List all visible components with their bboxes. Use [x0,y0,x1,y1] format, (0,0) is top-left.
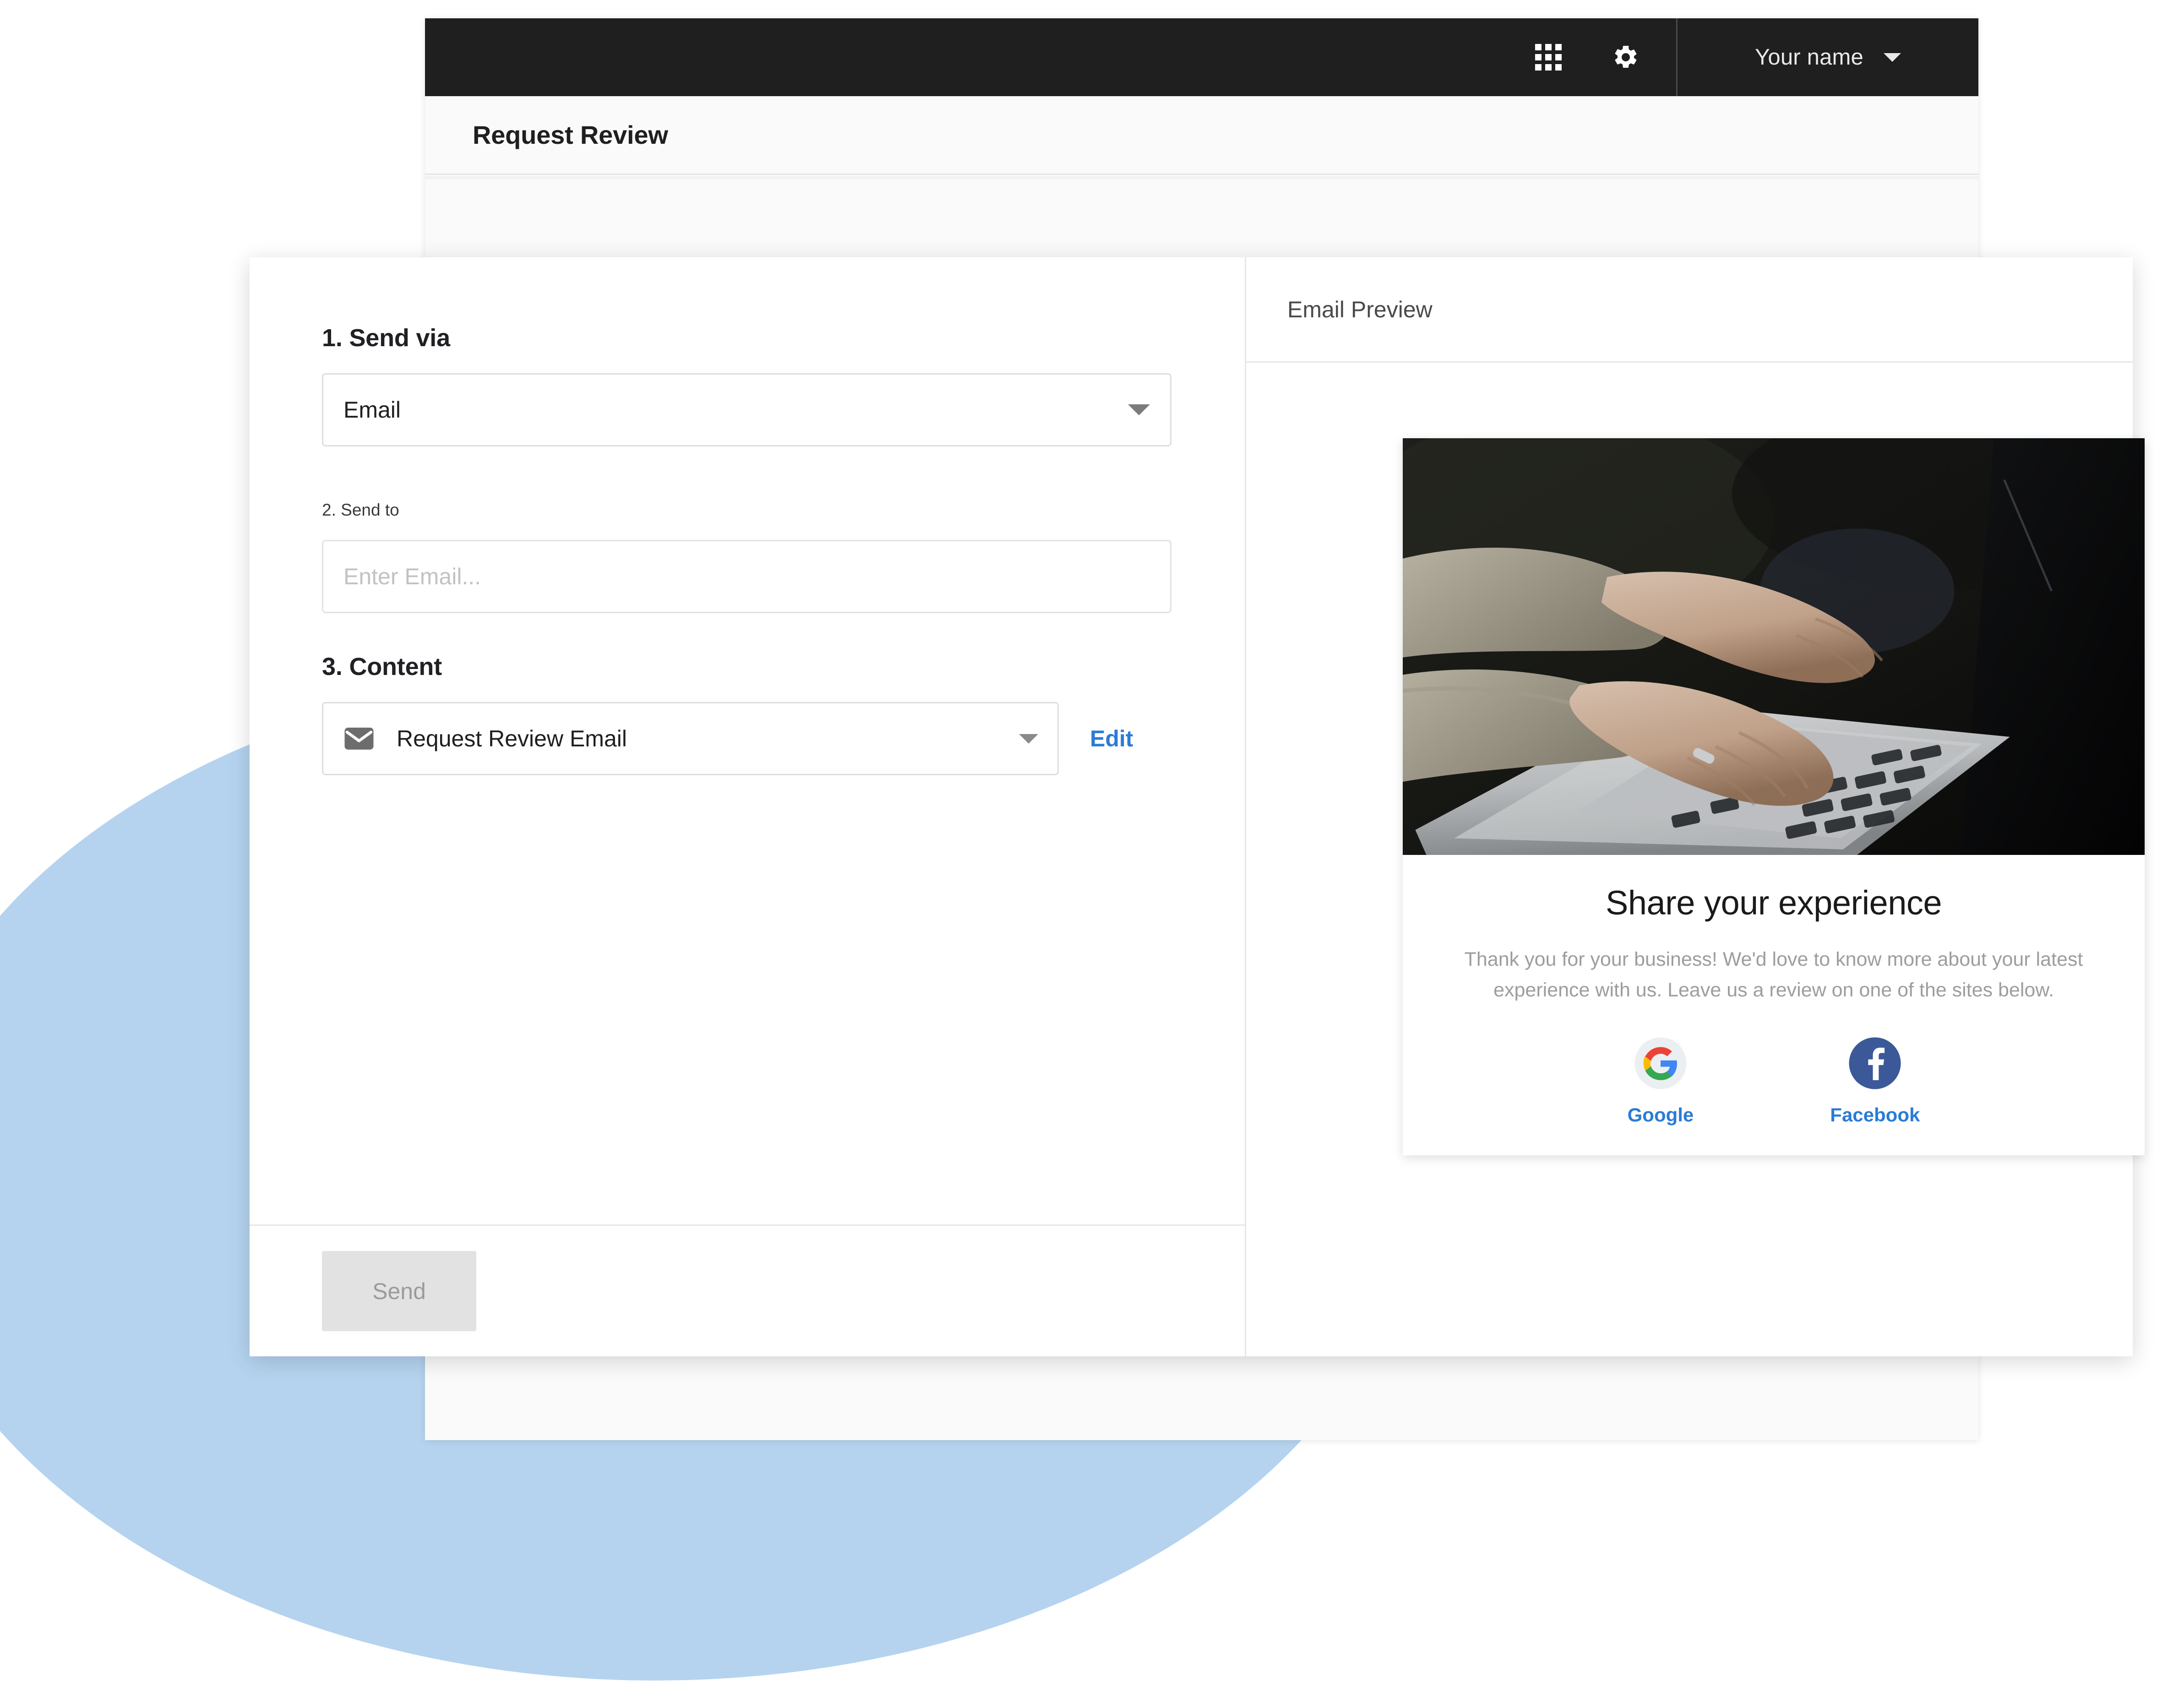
app-topbar: Your name [425,18,1978,96]
email-preview-title: Email Preview [1287,296,1433,323]
facebook-logo-icon [1848,1036,1902,1090]
send-to-field[interactable] [322,540,1171,613]
email-social-buttons: Google Facebook [1403,1036,2145,1126]
request-review-dialog: 1. Send via Email 2. Send to 3. Content [250,257,2133,1356]
dialog-form-panel: 1. Send via Email 2. Send to 3. Content [250,257,1246,1356]
content-row: Request Review Email Edit [322,702,1245,775]
topbar-icon-group [1535,18,1676,96]
screenshot-stage: Your name Request Review 1. Send via Ema… [0,0,2168,1708]
email-preview-card: Share your experience Thank you for your… [1403,438,2145,1155]
gear-icon[interactable] [1612,44,1640,71]
email-body-text: Thank you for your business! We'd love t… [1462,944,2085,1005]
chevron-down-icon [1884,53,1901,62]
hero-photo [1403,438,2145,855]
step3-label: 3. Content [322,653,1245,681]
send-button[interactable]: Send [322,1251,476,1331]
user-menu-label: Your name [1755,44,1863,70]
facebook-label: Facebook [1830,1104,1920,1126]
content-top-strip [425,176,1978,179]
email-heading: Share your experience [1403,883,2145,922]
send-to-input[interactable] [343,563,1150,590]
dialog-form-area: 1. Send via Email 2. Send to 3. Content [250,257,1245,775]
step2-label: 2. Send to [322,500,1245,520]
dialog-footer: Send [250,1224,1245,1356]
email-preview-header: Email Preview [1246,257,2133,363]
send-via-value: Email [343,397,1128,423]
chevron-down-icon [1128,404,1150,415]
user-menu[interactable]: Your name [1676,18,1978,96]
send-via-select[interactable]: Email [322,373,1171,446]
google-logo-icon [1634,1036,1688,1090]
content-template-value: Request Review Email [397,725,1019,752]
field-spacer [322,446,1245,500]
envelope-icon [343,722,376,755]
field-spacer [322,613,1245,653]
page-title: Request Review [473,120,668,150]
email-preview-panel: Email Preview [1246,257,2133,1356]
email-preview-body: Share your experience Thank you for your… [1246,363,2133,1355]
edit-content-link[interactable]: Edit [1090,725,1133,752]
step1-label: 1. Send via [322,324,1245,352]
facebook-review-button[interactable]: Facebook [1830,1036,1920,1126]
content-template-select[interactable]: Request Review Email [322,702,1059,775]
app-page-header: Request Review [425,96,1978,175]
chevron-down-icon [1019,734,1038,744]
google-label: Google [1628,1104,1694,1126]
grid-apps-icon[interactable] [1535,44,1562,71]
google-review-button[interactable]: Google [1628,1036,1694,1126]
